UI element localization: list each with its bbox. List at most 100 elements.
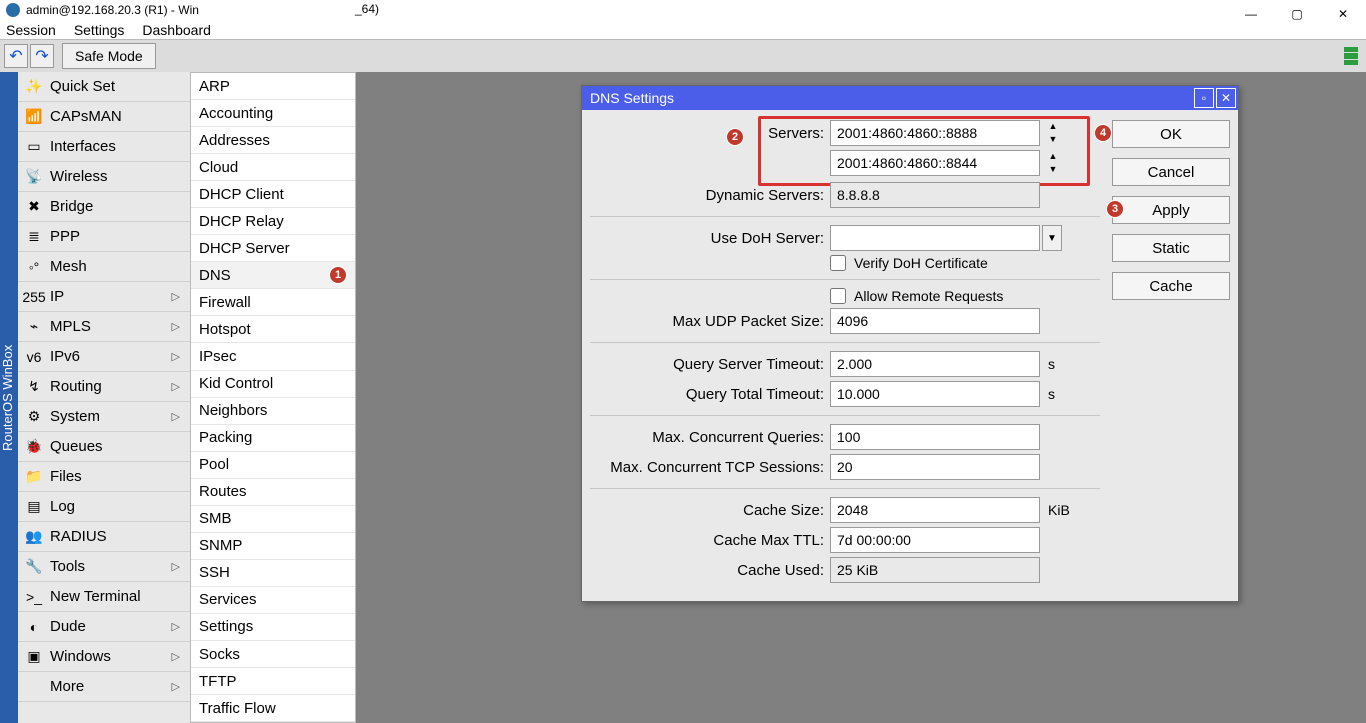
sidebar-icon: 🐞 — [24, 437, 44, 457]
submenu-item-kid-control[interactable]: Kid Control — [191, 371, 355, 398]
submenu-item-socks[interactable]: Socks — [191, 641, 355, 668]
verify-doh-checkbox[interactable] — [830, 255, 846, 271]
use-doh-input[interactable] — [830, 225, 1040, 251]
dns-titlebar[interactable]: DNS Settings ▫ ✕ — [582, 86, 1238, 110]
submenu-item-accounting[interactable]: Accounting — [191, 100, 355, 127]
submenu-item-tftp[interactable]: TFTP — [191, 668, 355, 695]
submenu-item-pool[interactable]: Pool — [191, 452, 355, 479]
sidebar-item-more[interactable]: More▷ — [18, 672, 190, 702]
submenu-item-addresses[interactable]: Addresses — [191, 127, 355, 154]
redo-button[interactable]: ↷ — [30, 44, 54, 68]
sidebar-label: Mesh — [50, 258, 87, 275]
menu-settings[interactable]: Settings — [74, 22, 135, 38]
max-tcp-input[interactable] — [830, 454, 1040, 480]
submenu-item-dhcp-server[interactable]: DHCP Server — [191, 235, 355, 262]
sidebar-item-log[interactable]: ▤Log — [18, 492, 190, 522]
sidebar-label: Dude — [50, 618, 86, 635]
menu-dashboard[interactable]: Dashboard — [142, 22, 221, 38]
submenu-item-dhcp-client[interactable]: DHCP Client — [191, 181, 355, 208]
submenu-item-neighbors[interactable]: Neighbors — [191, 398, 355, 425]
win-maximize-button[interactable]: ▢ — [1274, 0, 1320, 28]
cache-size-input[interactable] — [830, 497, 1040, 523]
sidebar-item-mpls[interactable]: ⌁MPLS▷ — [18, 312, 190, 342]
submenu-item-snmp[interactable]: SNMP — [191, 533, 355, 560]
max-udp-input[interactable] — [830, 308, 1040, 334]
chevron-right-icon: ▷ — [172, 350, 180, 363]
submenu-item-settings[interactable]: Settings — [191, 614, 355, 641]
sidebar-icon: ≣ — [24, 227, 44, 247]
cache-max-ttl-input[interactable] — [830, 527, 1040, 553]
submenu-item-hotspot[interactable]: Hotspot — [191, 316, 355, 343]
sidebar: ✨Quick Set📶CAPsMAN ▭ Interfaces 📡Wireless✖B… — [18, 72, 190, 723]
server2-input[interactable] — [830, 150, 1040, 176]
sidebar-item-quick-set[interactable]: ✨Quick Set — [18, 72, 190, 102]
submenu-item-traffic-flow[interactable]: Traffic Flow — [191, 695, 355, 722]
server2-spinner[interactable]: ▲▼ — [1042, 150, 1064, 176]
win-minimize-button[interactable]: — — [1228, 0, 1274, 28]
sidebar-icon: 🔧 — [24, 557, 44, 577]
sidebar-label: Windows — [50, 648, 111, 665]
dns-minimize-button[interactable]: ▫ — [1194, 88, 1214, 108]
safe-mode-button[interactable]: Safe Mode — [62, 43, 156, 69]
submenu-item-smb[interactable]: SMB — [191, 506, 355, 533]
sidebar-icon: ▤ — [24, 497, 44, 517]
ok-button[interactable]: OK — [1112, 120, 1230, 148]
submenu-item-services[interactable]: Services — [191, 587, 355, 614]
marker-2: 2 — [726, 128, 744, 146]
static-button[interactable]: Static — [1112, 234, 1230, 262]
sidebar-item-windows[interactable]: ▣Windows▷ — [18, 642, 190, 672]
undo-button[interactable]: ↶ — [4, 44, 28, 68]
sidebar-item-dude[interactable]: ◐Dude▷ — [18, 612, 190, 642]
max-queries-input[interactable] — [830, 424, 1040, 450]
sidebar-item-radius[interactable]: 👥RADIUS — [18, 522, 190, 552]
submenu-item-ssh[interactable]: SSH — [191, 560, 355, 587]
query-server-timeout-input[interactable] — [830, 351, 1040, 377]
win-close-button[interactable]: ✕ — [1320, 0, 1366, 28]
dns-settings-window: DNS Settings ▫ ✕ 2 Servers: ▲▼ — [581, 85, 1239, 602]
sidebar-item-queues[interactable]: 🐞Queues — [18, 432, 190, 462]
sidebar-item-files[interactable]: 📁Files — [18, 462, 190, 492]
sidebar-item-interfaces[interactable]: ▭ Interfaces — [18, 132, 190, 162]
dns-close-button[interactable]: ✕ — [1216, 88, 1236, 108]
cache-button[interactable]: Cache — [1112, 272, 1230, 300]
submenu-item-dhcp-relay[interactable]: DHCP Relay — [191, 208, 355, 235]
dns-title: DNS Settings — [590, 90, 674, 106]
sidebar-item-wireless[interactable]: 📡Wireless — [18, 162, 190, 192]
sidebar-item-tools[interactable]: 🔧Tools▷ — [18, 552, 190, 582]
sidebar-item-ppp[interactable]: ≣PPP — [18, 222, 190, 252]
cancel-button[interactable]: Cancel — [1112, 158, 1230, 186]
sidebar-item-new-terminal[interactable]: >_New Terminal — [18, 582, 190, 612]
sidebar-icon — [24, 677, 44, 697]
submenu-item-cloud[interactable]: Cloud — [191, 154, 355, 181]
sidebar-item-ip[interactable]: 255IP▷ — [18, 282, 190, 312]
query-total-timeout-input[interactable] — [830, 381, 1040, 407]
sidebar-item-system[interactable]: ⚙System▷ — [18, 402, 190, 432]
sidebar-label: More — [50, 678, 84, 695]
window-titlebar: admin@192.168.20.3 (R1) - Win — ▢ ✕ — [0, 0, 1366, 20]
apply-button[interactable]: Apply — [1112, 196, 1230, 224]
server1-spinner[interactable]: ▲▼ — [1042, 120, 1064, 146]
toolbar: ↶ ↷ Safe Mode — [0, 40, 1366, 72]
sidebar-icon: ▭ — [24, 137, 44, 157]
allow-remote-checkbox[interactable] — [830, 288, 846, 304]
submenu-item-packing[interactable]: Packing — [191, 425, 355, 452]
submenu-item-routes[interactable]: Routes — [191, 479, 355, 506]
menu-session[interactable]: Session — [6, 22, 66, 38]
chevron-right-icon: ▷ — [172, 290, 180, 303]
verify-doh-label: Verify DoH Certificate — [854, 255, 988, 271]
sidebar-item-ipv6[interactable]: v6IPv6▷ — [18, 342, 190, 372]
server1-input[interactable] — [830, 120, 1040, 146]
submenu-item-dns[interactable]: DNS1 — [191, 262, 355, 289]
dynamic-servers-label: Dynamic Servers: — [590, 187, 830, 204]
sidebar-item-capsman[interactable]: 📶CAPsMAN — [18, 102, 190, 132]
sidebar-item-routing[interactable]: ↯Routing▷ — [18, 372, 190, 402]
submenu-item-ipsec[interactable]: IPsec — [191, 343, 355, 370]
use-doh-dropdown-icon[interactable]: ▼ — [1042, 225, 1062, 251]
sidebar-icon: ✨ — [24, 77, 44, 97]
submenu-item-arp[interactable]: ARP — [191, 73, 355, 100]
cache-max-ttl-label: Cache Max TTL: — [590, 532, 830, 549]
sidebar-item-bridge[interactable]: ✖Bridge — [18, 192, 190, 222]
sidebar-label: Interfaces — [50, 138, 116, 155]
sidebar-item-mesh[interactable]: ◦°Mesh — [18, 252, 190, 282]
submenu-item-firewall[interactable]: Firewall — [191, 289, 355, 316]
